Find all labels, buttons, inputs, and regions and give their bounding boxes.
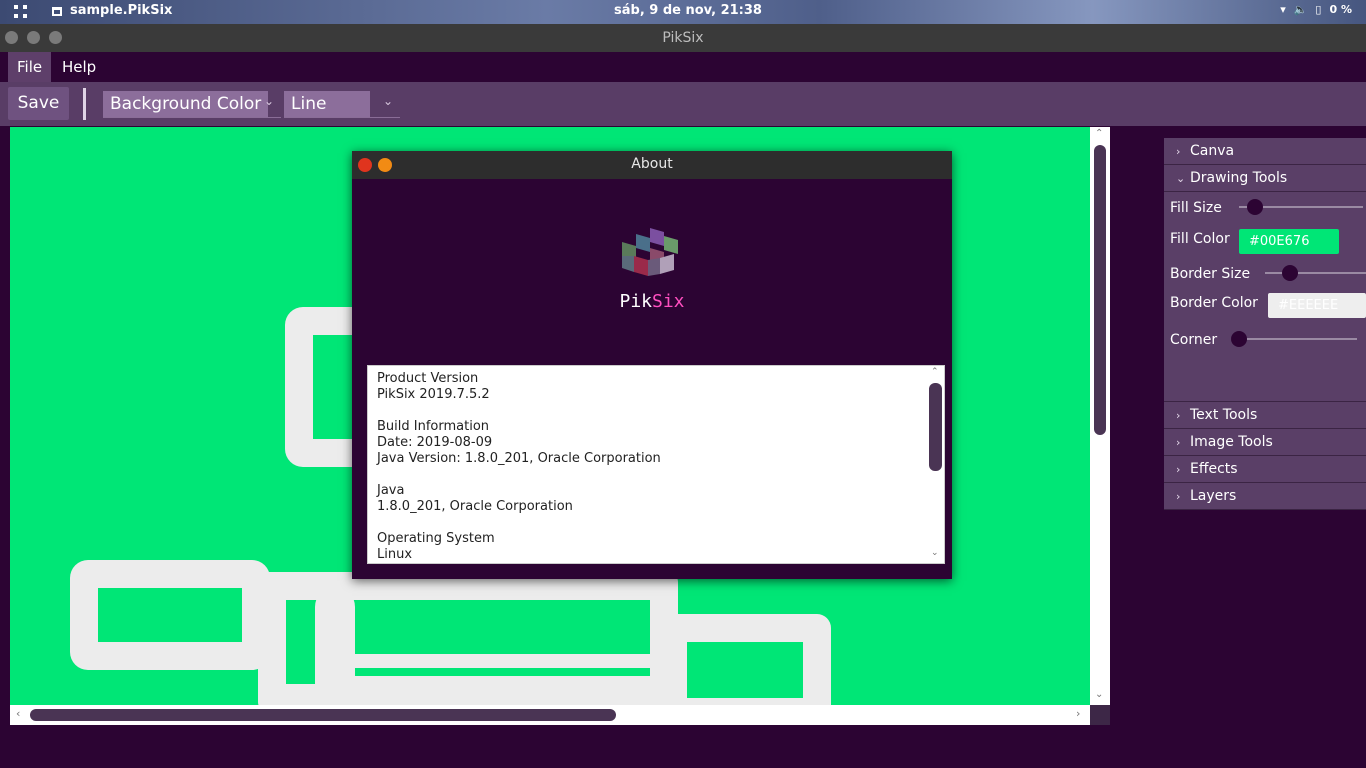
system-top-bar: sample.PikSix sáb, 9 de nov, 21:38 ▾ 🔈 ▯…: [0, 0, 1366, 24]
brand-pik: Pik: [619, 291, 652, 312]
window-title: PikSix: [662, 30, 704, 46]
drawing-tools-body: Fill Size Fill Color #00E676 Border Size…: [1164, 192, 1366, 402]
clock[interactable]: sáb, 9 de nov, 21:38: [614, 3, 762, 18]
fill-color-label: Fill Color: [1170, 231, 1230, 247]
section-image-tools[interactable]: › Image Tools: [1164, 429, 1366, 456]
drawn-shape[interactable]: [659, 614, 831, 705]
border-size-slider[interactable]: [1265, 265, 1366, 281]
save-button[interactable]: Save: [8, 87, 69, 120]
horizontal-scrollbar[interactable]: ‹ ›: [10, 705, 1090, 725]
chevron-down-icon: ⌄: [1176, 172, 1186, 185]
volume-icon[interactable]: 🔈: [1294, 3, 1308, 16]
battery-percent: 0 %: [1329, 3, 1352, 16]
corner-knob[interactable]: [1231, 331, 1247, 347]
color-target-select[interactable]: Background Color ⌄: [103, 91, 281, 118]
chevron-right-icon: ›: [1176, 463, 1181, 476]
border-color-label: Border Color: [1170, 295, 1258, 311]
piksix-logo-icon: [622, 228, 678, 276]
chevron-right-icon: ›: [1176, 145, 1181, 158]
section-image-tools-label: Image Tools: [1190, 434, 1273, 450]
drawn-shape[interactable]: [70, 560, 270, 670]
window-icon: [52, 7, 62, 16]
about-info-line: Java: [377, 483, 405, 498]
section-drawing-tools[interactable]: ⌄ Drawing Tools: [1164, 165, 1366, 192]
about-info-line: [377, 515, 661, 531]
chevron-down-icon: ⌄: [382, 94, 393, 108]
border-color-picker[interactable]: #EEEEEE: [1268, 293, 1366, 318]
menu-help[interactable]: Help: [53, 52, 105, 82]
fill-size-slider[interactable]: [1239, 199, 1363, 215]
about-info-line: Linux: [377, 547, 413, 562]
section-text-tools-label: Text Tools: [1190, 407, 1258, 423]
about-title: About: [631, 156, 673, 172]
info-vertical-scrollbar[interactable]: ⌃ ⌄: [927, 366, 944, 563]
info-scroll-thumb[interactable]: [929, 383, 942, 471]
vertical-scrollbar[interactable]: ⌃ ⌄: [1090, 127, 1110, 705]
window-title-bar: PikSix: [0, 24, 1366, 52]
system-tray[interactable]: ▾ 🔈 ▯ 0 %: [1280, 3, 1352, 16]
toolbar-separator: [83, 88, 86, 120]
about-info-text: Product Version PikSix 2019.7.5.2 Build In…: [377, 371, 661, 563]
section-effects[interactable]: › Effects: [1164, 456, 1366, 483]
about-title-bar: About: [352, 151, 952, 179]
border-size-label: Border Size: [1170, 266, 1251, 282]
active-app-title[interactable]: sample.PikSix: [70, 3, 172, 18]
fill-size-label: Fill Size: [1170, 200, 1222, 216]
scroll-down-icon[interactable]: ⌄: [931, 548, 939, 558]
chevron-right-icon: ›: [1176, 490, 1181, 503]
section-drawing-tools-label: Drawing Tools: [1190, 170, 1288, 186]
menu-bar: File Help: [0, 52, 1366, 82]
scroll-up-icon[interactable]: ⌃: [1095, 128, 1103, 139]
vertical-scroll-thumb[interactable]: [1094, 145, 1106, 435]
chevron-right-icon: ›: [1176, 409, 1181, 422]
about-info-line: Build Information: [377, 419, 490, 434]
about-info-line: [377, 403, 661, 419]
menu-file[interactable]: File: [8, 52, 52, 82]
about-dialog: About PikSix Product Version PikSix 2019.…: [352, 151, 952, 579]
about-info-line: Operating System: [377, 531, 495, 546]
fill-color-picker[interactable]: #00E676: [1239, 229, 1339, 254]
scroll-corner: [1090, 705, 1110, 725]
color-target-value: Background Color: [103, 91, 269, 117]
scroll-up-icon[interactable]: ⌃: [931, 367, 939, 377]
brand-wordmark: PikSix: [352, 291, 952, 312]
wifi-icon[interactable]: ▾: [1280, 3, 1286, 16]
about-info-box[interactable]: Product Version PikSix 2019.7.5.2 Build In…: [367, 365, 945, 564]
corner-label: Corner: [1170, 332, 1218, 348]
about-info-line: Java Version: 1.8.0_201, Oracle Corporat…: [377, 451, 661, 466]
corner-slider[interactable]: [1231, 331, 1357, 347]
horizontal-scroll-thumb[interactable]: [30, 709, 616, 721]
drawn-shape[interactable]: [343, 654, 653, 690]
app-grid-icon[interactable]: [14, 5, 28, 19]
section-canva[interactable]: › Canva: [1164, 138, 1366, 165]
scroll-down-icon[interactable]: ⌄: [1095, 689, 1103, 700]
section-canva-label: Canva: [1190, 143, 1235, 159]
about-info-line: Date: 2019-08-09: [377, 435, 493, 450]
scroll-left-icon[interactable]: ‹: [16, 707, 20, 720]
section-layers[interactable]: › Layers: [1164, 483, 1366, 510]
about-info-line: PikSix 2019.7.5.2: [377, 387, 490, 402]
tool-select[interactable]: Line ⌄: [284, 91, 400, 118]
section-layers-label: Layers: [1190, 488, 1237, 504]
tool-value: Line: [284, 91, 370, 117]
tools-panel: › Canva ⌄ Drawing Tools Fill Size Fill Col…: [1164, 138, 1366, 510]
toolbar: Save Background Color ⌄ Line ⌄: [0, 82, 1366, 126]
chevron-down-icon: ⌄: [263, 94, 274, 108]
fill-size-knob[interactable]: [1246, 199, 1263, 215]
about-info-line: Product Version: [377, 371, 479, 386]
battery-icon[interactable]: ▯: [1315, 3, 1321, 16]
border-size-knob[interactable]: [1282, 265, 1298, 281]
about-info-line: [377, 467, 661, 483]
section-effects-label: Effects: [1190, 461, 1238, 477]
chevron-right-icon: ›: [1176, 436, 1181, 449]
about-info-line: 1.8.0_201, Oracle Corporation: [377, 499, 573, 514]
section-text-tools[interactable]: › Text Tools: [1164, 402, 1366, 429]
brand-six: Six: [652, 291, 685, 312]
scroll-right-icon[interactable]: ›: [1076, 707, 1080, 720]
